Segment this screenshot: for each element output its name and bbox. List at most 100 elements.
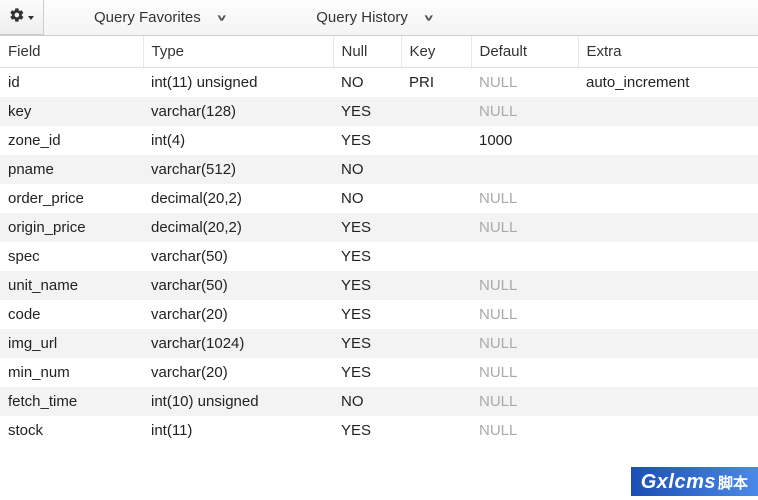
cell-type[interactable]: varchar(20) — [143, 358, 333, 387]
cell-key[interactable] — [401, 184, 471, 213]
cell-field[interactable]: zone_id — [0, 126, 143, 155]
cell-extra[interactable] — [578, 271, 758, 300]
cell-extra[interactable] — [578, 329, 758, 358]
cell-extra[interactable] — [578, 358, 758, 387]
cell-null[interactable]: YES — [333, 271, 401, 300]
cell-field[interactable]: img_url — [0, 329, 143, 358]
cell-type[interactable]: varchar(50) — [143, 271, 333, 300]
cell-type[interactable]: varchar(20) — [143, 300, 333, 329]
cell-field[interactable]: key — [0, 97, 143, 126]
table-row[interactable]: idint(11) unsignedNOPRINULLauto_incremen… — [0, 68, 758, 98]
cell-key[interactable] — [401, 271, 471, 300]
table-row[interactable]: pnamevarchar(512)NO — [0, 155, 758, 184]
cell-default[interactable] — [471, 242, 578, 271]
cell-extra[interactable] — [578, 155, 758, 184]
table-row[interactable]: origin_pricedecimal(20,2)YES NULL — [0, 213, 758, 242]
cell-field[interactable]: code — [0, 300, 143, 329]
cell-extra[interactable] — [578, 242, 758, 271]
cell-field[interactable]: pname — [0, 155, 143, 184]
cell-field[interactable]: fetch_time — [0, 387, 143, 416]
cell-extra[interactable] — [578, 387, 758, 416]
column-header-key[interactable]: Key — [401, 36, 471, 68]
table-row[interactable]: img_urlvarchar(1024)YES NULL — [0, 329, 758, 358]
cell-default[interactable]: NULL — [471, 416, 578, 445]
cell-default[interactable]: NULL — [471, 300, 578, 329]
cell-field[interactable]: spec — [0, 242, 143, 271]
cell-key[interactable] — [401, 387, 471, 416]
cell-key[interactable] — [401, 358, 471, 387]
cell-type[interactable]: int(4) — [143, 126, 333, 155]
cell-extra[interactable] — [578, 97, 758, 126]
cell-type[interactable]: int(11) — [143, 416, 333, 445]
cell-null[interactable]: YES — [333, 358, 401, 387]
cell-default[interactable]: NULL — [471, 329, 578, 358]
column-header-type[interactable]: Type — [143, 36, 333, 68]
cell-default[interactable]: NULL — [471, 387, 578, 416]
cell-extra[interactable] — [578, 213, 758, 242]
cell-null[interactable]: NO — [333, 184, 401, 213]
cell-extra[interactable] — [578, 126, 758, 155]
cell-field[interactable]: stock — [0, 416, 143, 445]
cell-key[interactable]: PRI — [401, 68, 471, 98]
cell-key[interactable] — [401, 300, 471, 329]
cell-default[interactable]: NULL — [471, 97, 578, 126]
table-row[interactable]: zone_idint(4)YES 1000 — [0, 126, 758, 155]
cell-type[interactable]: varchar(128) — [143, 97, 333, 126]
cell-null[interactable]: YES — [333, 300, 401, 329]
cell-key[interactable] — [401, 126, 471, 155]
table-row[interactable]: specvarchar(50)YES — [0, 242, 758, 271]
table-row[interactable]: min_numvarchar(20)YES NULL — [0, 358, 758, 387]
cell-type[interactable]: int(10) unsigned — [143, 387, 333, 416]
cell-null[interactable]: YES — [333, 126, 401, 155]
cell-default[interactable]: NULL — [471, 184, 578, 213]
cell-default[interactable]: NULL — [471, 358, 578, 387]
table-row[interactable]: order_pricedecimal(20,2)NO NULL — [0, 184, 758, 213]
cell-default[interactable]: NULL — [471, 271, 578, 300]
cell-key[interactable] — [401, 155, 471, 184]
cell-field[interactable]: min_num — [0, 358, 143, 387]
cell-null[interactable]: NO — [333, 387, 401, 416]
cell-default[interactable]: NULL — [471, 68, 578, 98]
column-header-extra[interactable]: Extra — [578, 36, 758, 68]
table-row[interactable]: unit_namevarchar(50)YES NULL — [0, 271, 758, 300]
table-row[interactable]: codevarchar(20)YES NULL — [0, 300, 758, 329]
cell-key[interactable] — [401, 416, 471, 445]
cell-null[interactable]: NO — [333, 68, 401, 98]
column-header-default[interactable]: Default — [471, 36, 578, 68]
cell-null[interactable]: YES — [333, 416, 401, 445]
cell-extra[interactable] — [578, 416, 758, 445]
cell-key[interactable] — [401, 242, 471, 271]
table-row[interactable]: fetch_timeint(10) unsignedNO NULL — [0, 387, 758, 416]
table-row[interactable]: stockint(11)YES NULL — [0, 416, 758, 445]
cell-extra[interactable] — [578, 184, 758, 213]
table-row[interactable]: keyvarchar(128)YES NULL — [0, 97, 758, 126]
cell-default[interactable] — [471, 155, 578, 184]
settings-button[interactable] — [0, 0, 44, 35]
cell-default[interactable]: NULL — [471, 213, 578, 242]
cell-field[interactable]: id — [0, 68, 143, 98]
cell-key[interactable] — [401, 213, 471, 242]
cell-null[interactable]: YES — [333, 242, 401, 271]
cell-field[interactable]: unit_name — [0, 271, 143, 300]
query-favorites-dropdown[interactable]: Query Favorites ∨ — [44, 0, 256, 35]
cell-key[interactable] — [401, 97, 471, 126]
column-header-null[interactable]: Null — [333, 36, 401, 68]
cell-type[interactable]: int(11) unsigned — [143, 68, 333, 98]
cell-extra[interactable] — [578, 300, 758, 329]
column-header-field[interactable]: Field — [0, 36, 143, 68]
cell-key[interactable] — [401, 329, 471, 358]
cell-type[interactable]: varchar(50) — [143, 242, 333, 271]
cell-type[interactable]: decimal(20,2) — [143, 184, 333, 213]
cell-null[interactable]: NO — [333, 155, 401, 184]
cell-field[interactable]: order_price — [0, 184, 143, 213]
query-history-dropdown[interactable]: Query History ∨ — [256, 0, 463, 35]
cell-null[interactable]: YES — [333, 329, 401, 358]
cell-field[interactable]: origin_price — [0, 213, 143, 242]
cell-default[interactable]: 1000 — [471, 126, 578, 155]
cell-type[interactable]: varchar(512) — [143, 155, 333, 184]
cell-extra[interactable]: auto_increment — [578, 68, 758, 98]
cell-type[interactable]: decimal(20,2) — [143, 213, 333, 242]
cell-null[interactable]: YES — [333, 97, 401, 126]
cell-type[interactable]: varchar(1024) — [143, 329, 333, 358]
cell-null[interactable]: YES — [333, 213, 401, 242]
